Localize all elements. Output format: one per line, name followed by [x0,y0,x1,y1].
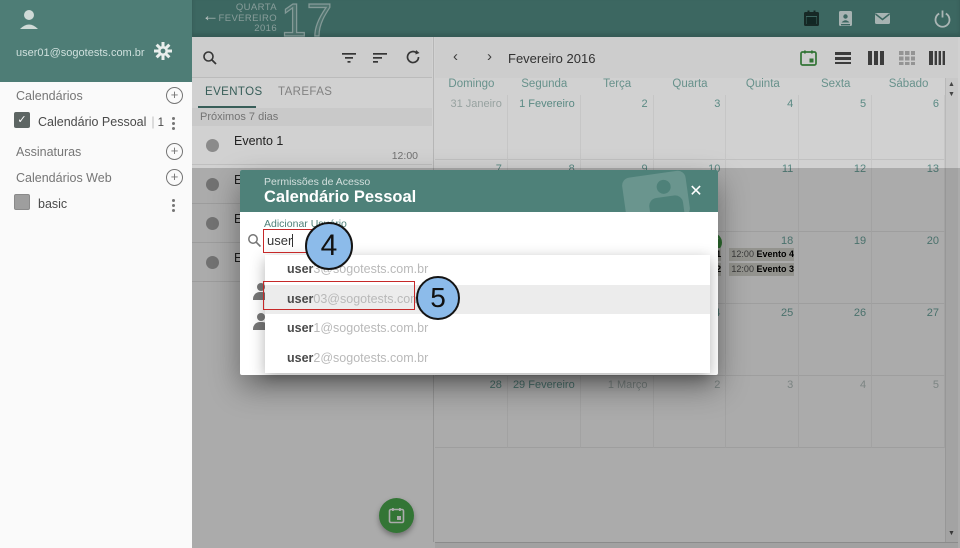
sidebar: user01@sogotests.com.br Calendários + ✓ … [0,0,192,548]
web-calendar-row[interactable]: basic [0,192,192,218]
personal-calendar-row[interactable]: ✓ Calendário Pessoal|1 [0,110,192,136]
user-email: user01@sogotests.com.br [16,47,145,59]
dialog-supertitle: Permissões de Acesso [264,176,370,188]
sogo-calendar-app: ← QUARTA FEVEREIRO 2016 17 [0,0,960,548]
close-icon[interactable]: ✕ [686,181,706,201]
web-calendar-color-chip[interactable] [14,194,30,210]
user-suggestion-item[interactable]: user1@sogotests.com.br [265,314,710,344]
dialog-title: Calendário Pessoal [264,188,416,207]
calendar-checkbox[interactable]: ✓ [14,112,30,128]
calendar-count-badge: 1 [158,117,164,129]
user-avatar-icon[interactable] [16,6,42,32]
calendars-header: Calendários [16,89,83,103]
add-web-calendar-icon[interactable]: + [166,169,183,186]
web-calendars-header: Calendários Web [16,171,112,185]
sidebar-header: user01@sogotests.com.br [0,0,192,82]
user-suggestion-item[interactable]: user2@sogotests.com.br [265,344,710,374]
annotation-step-4: 4 [305,222,353,270]
web-calendar-label: basic [38,197,67,211]
user-suggestions-dropdown: user3@sogotests.com.br user03@sogotests.… [265,255,710,373]
add-calendar-icon[interactable]: + [166,87,183,104]
add-subscription-icon[interactable]: + [166,143,183,160]
web-calendar-options-icon[interactable] [168,196,178,214]
annotation-step-5: 5 [416,276,460,320]
personal-calendar-label: Calendário Pessoal|1 [38,115,164,129]
web-calendars-section-row: Calendários Web + [0,166,192,192]
contacts-watermark-icon [621,170,691,212]
backdrop-dim-top [192,0,960,168]
calendars-section-row: Calendários + [0,84,192,110]
subscriptions-section-row: Assinaturas + [0,140,192,166]
user-search-icon [247,233,263,249]
subscriptions-header: Assinaturas [16,145,81,159]
dialog-header: Permissões de Acesso Calendário Pessoal … [240,170,718,212]
settings-gear-icon[interactable] [152,40,174,62]
calendar-options-icon[interactable] [168,114,178,132]
annotation-box-suggestion [263,281,415,310]
